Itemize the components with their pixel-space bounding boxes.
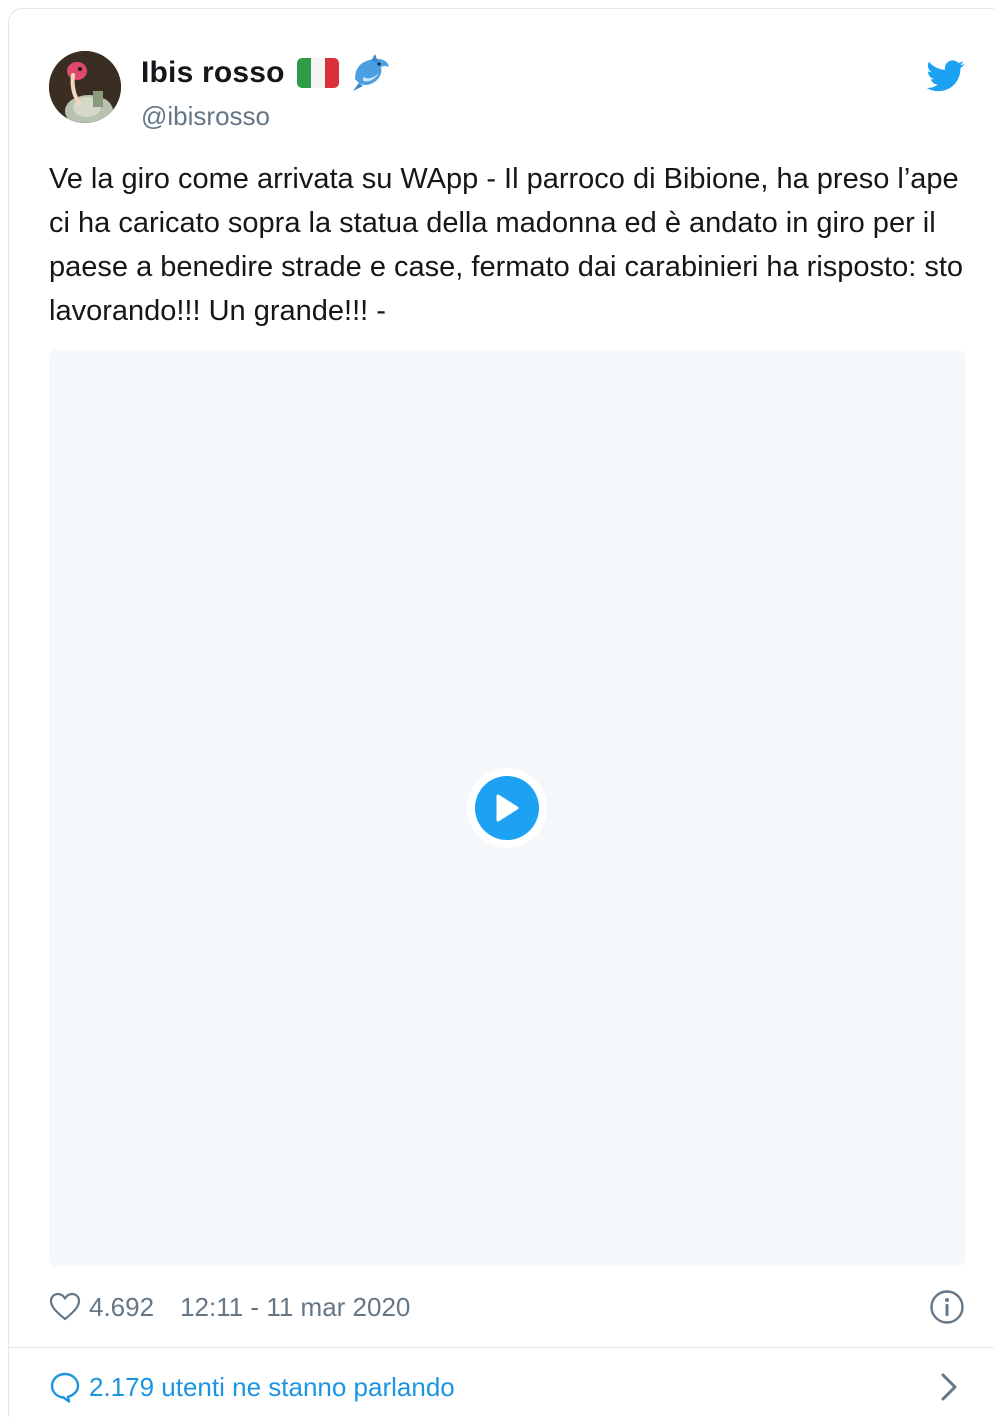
video-player[interactable] xyxy=(49,350,965,1266)
author-display-name[interactable]: Ibis rosso xyxy=(141,56,285,90)
italy-flag-icon xyxy=(296,58,339,88)
avatar[interactable] xyxy=(49,51,121,123)
tweet-text: Ve la giro come arrivata su WApp - Il pa… xyxy=(49,163,964,327)
twitter-bird-icon[interactable] xyxy=(927,59,965,93)
conversation-link[interactable]: 2.179 utenti ne stanno parlando xyxy=(49,1369,455,1405)
play-button[interactable] xyxy=(467,768,547,848)
tweet-card: Ibis rosso @ibisrosso Ve la giro come ar… xyxy=(8,8,994,1417)
dolphin-icon xyxy=(352,54,389,91)
author-name-row: Ibis rosso xyxy=(141,53,393,93)
play-icon xyxy=(496,794,519,822)
chevron-right-icon[interactable] xyxy=(937,1371,961,1403)
conversation-label[interactable]: 2.179 utenti ne stanno parlando xyxy=(89,1372,455,1403)
footer-divider xyxy=(9,1347,994,1348)
author-handle[interactable]: @ibisrosso xyxy=(141,101,270,132)
tweet-meta: 4.692 12:11 - 11 mar 2020 xyxy=(49,1289,410,1325)
avatar-image xyxy=(49,51,121,123)
heart-icon[interactable] xyxy=(49,1292,81,1322)
play-icon-circle xyxy=(475,776,539,840)
like-count[interactable]: 4.692 xyxy=(89,1292,154,1323)
tweet-timestamp[interactable]: 12:11 - 11 mar 2020 xyxy=(180,1292,410,1323)
info-icon[interactable] xyxy=(929,1289,965,1325)
comment-icon xyxy=(50,1372,80,1403)
